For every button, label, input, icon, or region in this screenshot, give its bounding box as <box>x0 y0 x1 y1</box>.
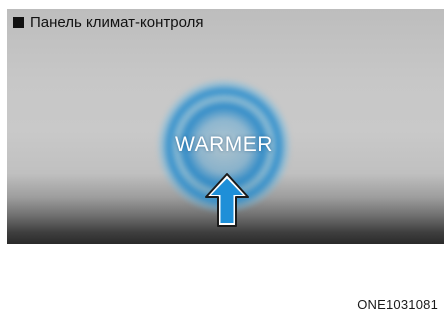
climate-panel-image: Панель климат-контроля WARMER <box>7 9 444 244</box>
black-square-icon <box>13 17 24 28</box>
panel-caption: Панель климат-контроля <box>13 14 204 31</box>
caption-text: Панель климат-контроля <box>30 14 204 31</box>
warmer-button-label[interactable]: WARMER <box>157 133 291 157</box>
up-arrow-icon <box>205 173 249 227</box>
